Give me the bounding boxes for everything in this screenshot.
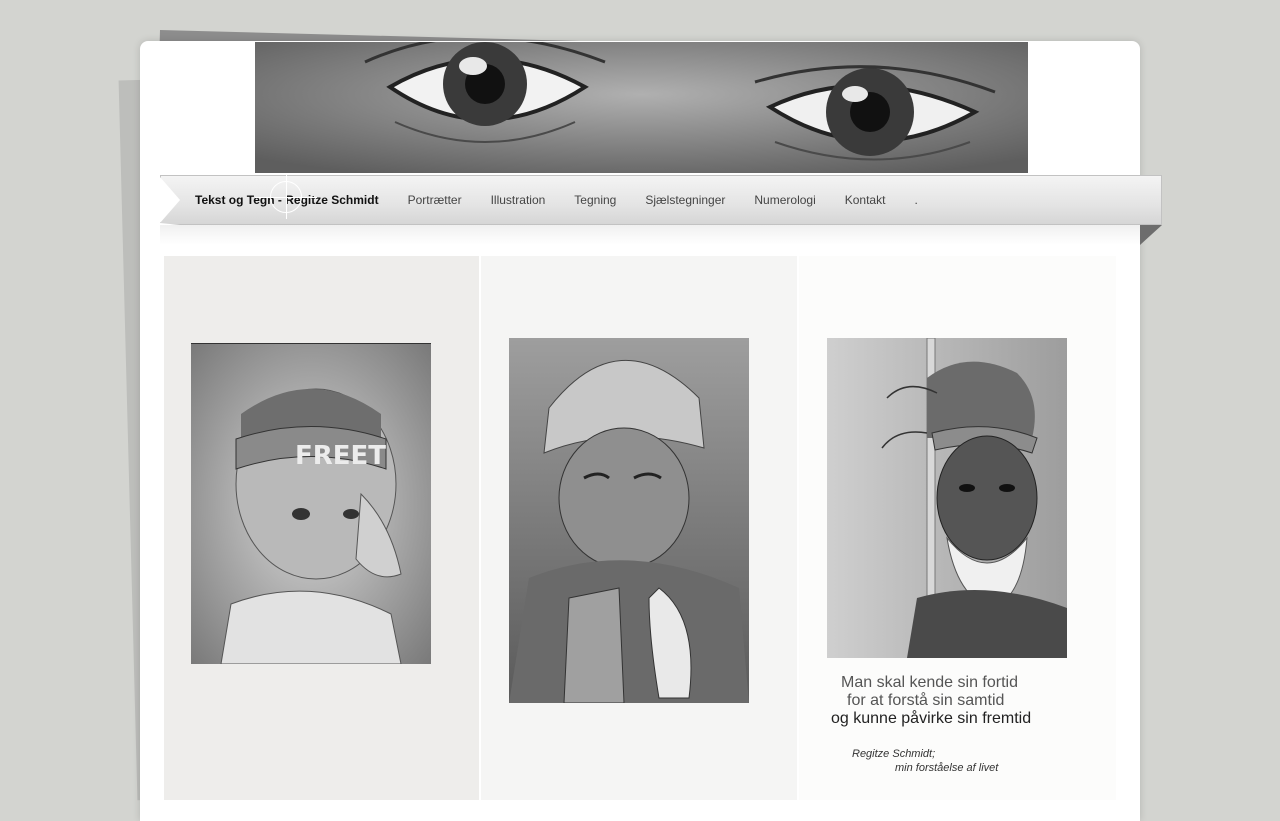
headband-text: FREET: [295, 441, 386, 471]
nav-item-illustration[interactable]: Illustration: [491, 193, 546, 207]
main-navigation: Tekst og Tegn - Regitze Schmidt Portrætt…: [160, 175, 1162, 225]
signature-block: Regitze Schmidt; min forståelse af livet: [852, 747, 998, 775]
drawing-child-knit-hat[interactable]: [509, 338, 749, 703]
drawing-old-man-beard[interactable]: [827, 338, 1067, 658]
header-banner-eyes: [255, 42, 1028, 173]
nav-item-sjaelstegninger[interactable]: Sjælstegninger: [645, 193, 725, 207]
nav-item-tegning[interactable]: Tegning: [574, 193, 616, 207]
quote-block: Man skal kende sin fortid for at forstå …: [831, 674, 1031, 728]
quote-line-2: for at forstå sin samtid: [847, 692, 1005, 709]
quote-line-1: Man skal kende sin fortid: [841, 674, 1018, 691]
signature-subtitle: min forståelse af livet: [895, 762, 999, 774]
nav-ribbon-fold: [1140, 225, 1162, 245]
nav-item-kontakt[interactable]: Kontakt: [845, 193, 886, 207]
quote-line-3: og kunne påvirke sin fremtid: [831, 710, 1032, 727]
drawing-child-headband[interactable]: FREET: [191, 343, 431, 664]
signature-name: Regitze Schmidt;: [852, 748, 936, 760]
nav-shadow: [160, 225, 1140, 245]
crosshair-ornament: [255, 175, 317, 219]
nav-item-dot[interactable]: .: [914, 193, 917, 207]
nav-item-numerologi[interactable]: Numerologi: [754, 193, 815, 207]
nav-item-portraetter[interactable]: Portrætter: [408, 193, 462, 207]
